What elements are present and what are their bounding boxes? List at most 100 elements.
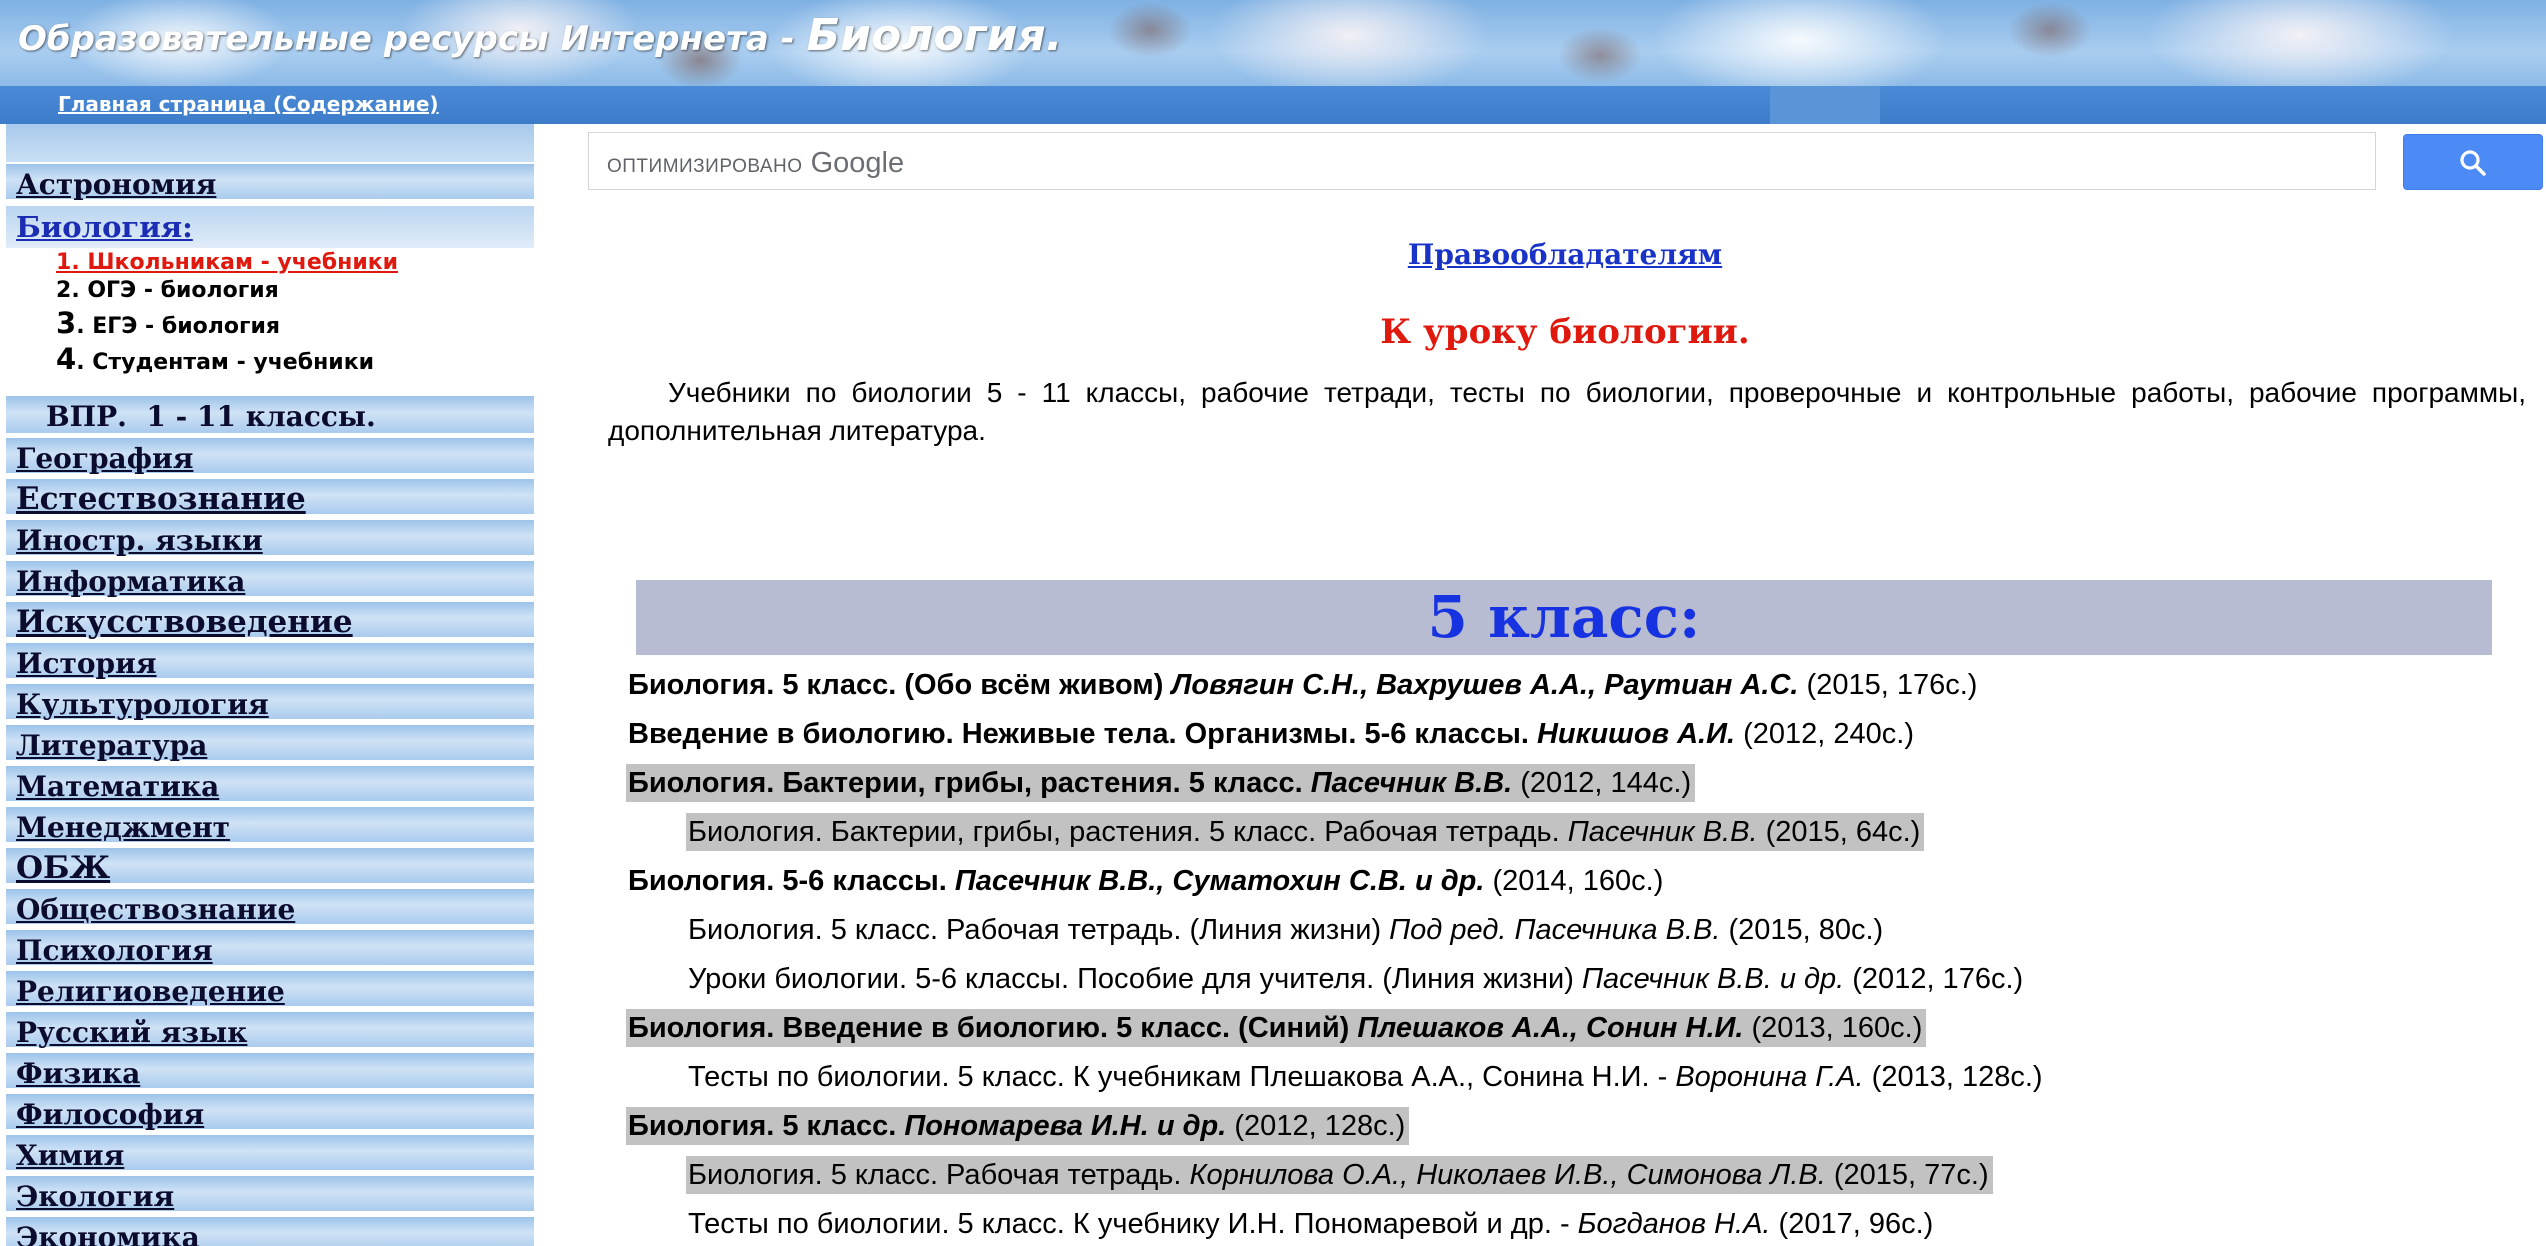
sidebar-item-label[interactable]: ОБЖ bbox=[16, 850, 110, 886]
sidebar-item-art-history[interactable]: Искусствоведение bbox=[6, 602, 534, 640]
sidebar-item-religious-studies[interactable]: Религиоведение bbox=[6, 971, 534, 1009]
book-entry-highlighted: Биология. 5 класс. Пономарева И.Н. и др.… bbox=[626, 1107, 1410, 1145]
book-info: (2012, 128с.) bbox=[1226, 1110, 1406, 1142]
sidebar-item-label[interactable]: Экономика bbox=[16, 1221, 200, 1246]
sidebar-item-label[interactable]: Физика bbox=[16, 1057, 140, 1090]
book-title: Введение в биологию. Неживые тела. Орган… bbox=[628, 718, 1537, 750]
sidebar-item-label[interactable]: Менеджмент bbox=[16, 811, 230, 844]
sidebar-top-strip bbox=[6, 124, 534, 162]
sidebar-item-label[interactable]: Астрономия bbox=[16, 168, 216, 201]
sidebar-item-label[interactable]: Искусствоведение bbox=[16, 604, 353, 640]
search-input[interactable]: ОПТИМИЗИРОВАНО Google bbox=[588, 132, 2376, 190]
search-button[interactable] bbox=[2403, 134, 2543, 190]
book-author: Пасечник В.В. и др. bbox=[1581, 963, 1845, 995]
sidebar-item-label[interactable]: Экология bbox=[16, 1180, 174, 1213]
sidebar-item-label[interactable]: Религиоведение bbox=[16, 975, 285, 1008]
sidebar-item-label[interactable]: Психология bbox=[16, 934, 213, 967]
sidebar-item-chemistry[interactable]: Химия bbox=[6, 1135, 534, 1173]
book-entry: Биология. 5 класс. (Обо всём живом) Ловя… bbox=[626, 666, 1981, 704]
book-author: Плешаков А.А., Сонин Н.И. bbox=[1357, 1012, 1744, 1044]
sidebar: Астрономия Биология: 1. Школьникам - уче… bbox=[6, 124, 534, 1246]
biology-sub-label: . ОГЭ - биология bbox=[71, 278, 279, 303]
sidebar-item-foreign-languages[interactable]: Иностр. языки bbox=[6, 520, 534, 558]
book-author: Никишов А.И. bbox=[1536, 718, 1736, 750]
sidebar-item-history[interactable]: История bbox=[6, 643, 534, 681]
book-info: (2015, 176с.) bbox=[1798, 669, 1978, 701]
sidebar-item-management[interactable]: Менеджмент bbox=[6, 807, 534, 845]
book-title: Тесты по биологии. 5 класс. К учебникам … bbox=[688, 1061, 1676, 1093]
sidebar-item-vpr[interactable]: ВПР. 1 - 11 классы. bbox=[6, 396, 534, 436]
book-title: Биология. 5 класс. Рабочая тетрадь. bbox=[688, 1159, 1190, 1191]
page-heading: К уроку биологии. bbox=[1380, 312, 1750, 352]
sidebar-item-label[interactable]: Философия bbox=[16, 1098, 204, 1131]
book-info: (2012, 144с.) bbox=[1512, 767, 1692, 799]
book-title: Биология. 5 класс. (Обо всём живом) bbox=[628, 669, 1172, 701]
biology-sub-label: . Студентам - учебники bbox=[76, 350, 375, 375]
book-info: (2015, 64с.) bbox=[1757, 816, 1921, 848]
search-placeholder-prefix: ОПТИМИЗИРОВАНО bbox=[607, 156, 803, 177]
sidebar-item-astronomy[interactable]: Астрономия bbox=[6, 164, 534, 202]
sidebar-item-label[interactable]: История bbox=[16, 647, 157, 680]
sidebar-item-label[interactable]: Обществознание bbox=[16, 893, 295, 926]
book-title: Тесты по биологии. 5 класс. К учебнику И… bbox=[688, 1208, 1578, 1240]
sidebar-item-label[interactable]: Информатика bbox=[16, 565, 245, 598]
copyright-holders-link-text[interactable]: Правообладателям bbox=[1408, 238, 1722, 271]
sidebar-item-label[interactable]: Русский язык bbox=[16, 1016, 247, 1049]
sidebar-item-economics[interactable]: Экономика bbox=[6, 1217, 534, 1246]
book-author: Под ред. Пасечника В.В. bbox=[1389, 914, 1721, 946]
nav-bar-accent bbox=[1770, 86, 1880, 124]
header-banner: Образовательные ресурсы Интернета - Биол… bbox=[0, 0, 2546, 86]
book-info: (2012, 176с.) bbox=[1844, 963, 2024, 995]
intro-paragraph: Учебники по биологии 5 - 11 классы, рабо… bbox=[608, 377, 2526, 446]
book-entry-highlighted: Биология. 5 класс. Рабочая тетрадь. Корн… bbox=[686, 1156, 1993, 1194]
top-nav-bar: Главная страница (Содержание) bbox=[0, 86, 2546, 124]
google-brand-label: Google bbox=[810, 147, 905, 179]
book-author: Пасечник В.В., Суматохин С.В. и др. bbox=[954, 865, 1485, 897]
book-title: Биология. Бактерии, грибы, растения. 5 к… bbox=[688, 816, 1568, 848]
book-info: (2017, 96с.) bbox=[1770, 1208, 1934, 1240]
sidebar-item-psychology[interactable]: Психология bbox=[6, 930, 534, 968]
sidebar-item-natural-science[interactable]: Естествознание bbox=[6, 479, 534, 517]
home-link[interactable]: Главная страница (Содержание) bbox=[58, 92, 439, 116]
sidebar-item-philosophy[interactable]: Философия bbox=[6, 1094, 534, 1132]
book-author: Пономарева И.Н. и др. bbox=[904, 1110, 1227, 1142]
sidebar-item-label[interactable]: География bbox=[16, 442, 193, 475]
sidebar-item-russian[interactable]: Русский язык bbox=[6, 1012, 534, 1050]
book-author: Богданов Н.А. bbox=[1577, 1208, 1771, 1240]
book-entry: Биология. 5-6 классы. Пасечник В.В., Сум… bbox=[626, 862, 1667, 900]
book-entry-highlighted: Биология. Бактерии, грибы, растения. 5 к… bbox=[626, 764, 1696, 802]
sidebar-item-informatics[interactable]: Информатика bbox=[6, 561, 534, 599]
sidebar-item-label[interactable]: Химия bbox=[16, 1139, 124, 1172]
sidebar-item-culturology[interactable]: Культурология bbox=[6, 684, 534, 722]
book-entry: Тесты по биологии. 5 класс. К учебникам … bbox=[686, 1058, 2047, 1096]
book-info: (2013, 128с.) bbox=[1863, 1061, 2043, 1093]
sidebar-item-label[interactable]: Иностр. языки bbox=[16, 524, 263, 557]
book-author: Корнилова О.А., Николаев И.В., Симонова … bbox=[1189, 1159, 1826, 1191]
sidebar-item-obzh[interactable]: ОБЖ bbox=[6, 848, 534, 886]
book-info: (2014, 160с.) bbox=[1484, 865, 1664, 897]
sidebar-item-ecology[interactable]: Экология bbox=[6, 1176, 534, 1214]
site-title-prefix: Образовательные ресурсы Интернета - bbox=[18, 19, 807, 59]
sidebar-item-label: ВПР. 1 - 11 классы. bbox=[46, 400, 376, 433]
sidebar-item-geography[interactable]: География bbox=[6, 438, 534, 476]
sidebar-item-social-studies[interactable]: Обществознание bbox=[6, 889, 534, 927]
sidebar-item-label[interactable]: Культурология bbox=[16, 688, 269, 721]
sidebar-item-label[interactable]: Естествознание bbox=[16, 481, 306, 517]
book-author: Ловягин С.Н., Вахрушев А.А., Раутиан А.С… bbox=[1171, 669, 1799, 701]
sidebar-item-mathematics[interactable]: Математика bbox=[6, 766, 534, 804]
copyright-holders-link[interactable]: Правообладателям bbox=[0, 238, 2546, 271]
biology-sub-oge[interactable]: 2. ОГЭ - биология bbox=[56, 278, 279, 303]
search-icon bbox=[2460, 150, 2486, 176]
book-author: Пасечник В.В. bbox=[1310, 767, 1513, 799]
book-info: (2015, 80с.) bbox=[1720, 914, 1884, 946]
sidebar-item-physics[interactable]: Физика bbox=[6, 1053, 534, 1091]
sidebar-item-label[interactable]: Литература bbox=[16, 729, 207, 762]
book-title: Биология. Бактерии, грибы, растения. 5 к… bbox=[628, 767, 1311, 799]
book-entry-highlighted: Биология. Бактерии, грибы, растения. 5 к… bbox=[686, 813, 1925, 851]
sidebar-item-literature[interactable]: Литература bbox=[6, 725, 534, 763]
sidebar-item-label[interactable]: Математика bbox=[16, 770, 219, 803]
search-placeholder: ОПТИМИЗИРОВАНО Google bbox=[607, 147, 904, 180]
site-title-subject: Биология. bbox=[806, 10, 1063, 61]
book-entry-highlighted: Биология. Введение в биологию. 5 класс. … bbox=[626, 1009, 1927, 1047]
book-entry: Биология. 5 класс. Рабочая тетрадь. (Лин… bbox=[686, 911, 1887, 949]
